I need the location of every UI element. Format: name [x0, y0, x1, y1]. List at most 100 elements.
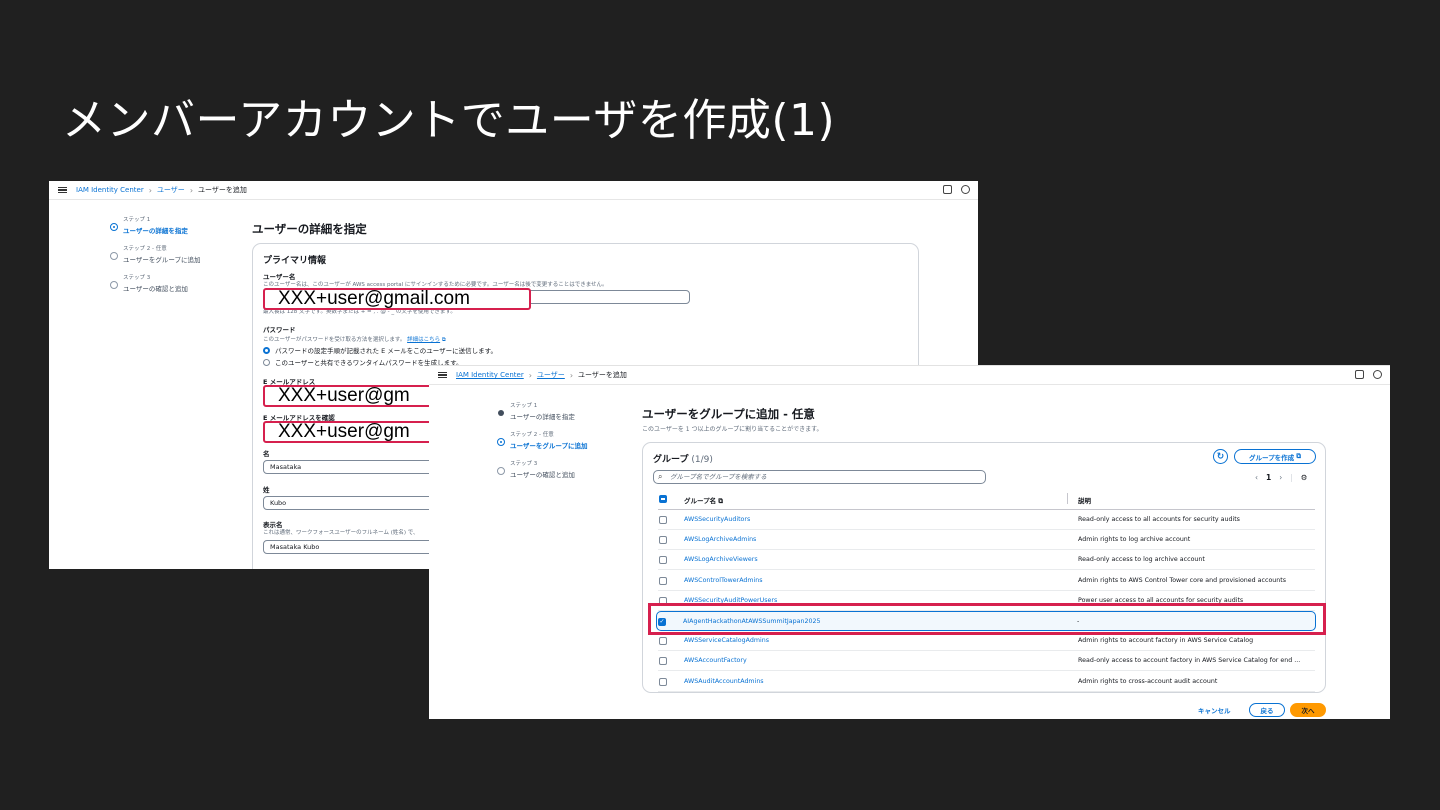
external-link-icon: ⧉ [1296, 452, 1302, 460]
password-desc-text: このユーザーがパスワードを受け取る方法を選択します。 [263, 337, 406, 343]
panel-toggle-icon[interactable] [943, 185, 952, 194]
step-number: ステップ 2 - 任意 [510, 432, 554, 438]
cancel-button[interactable]: キャンセル [1198, 705, 1231, 715]
radio-selected-icon [263, 346, 270, 354]
create-group-button[interactable]: グループを作成 ⧉ [1234, 449, 1316, 464]
screenshot-add-to-groups: IAM Identity Center › ユーザー › ユーザーを追加 ステッ… [429, 365, 1390, 719]
step-complete-icon [498, 410, 504, 416]
group-name-link[interactable]: AWSControlTowerAdmins [684, 577, 763, 584]
group-description: Admin rights to cross-account audit acco… [1078, 677, 1218, 685]
learn-more-link[interactable]: 詳細はこちら [407, 337, 440, 343]
step-pending-icon [497, 467, 505, 475]
breadcrumb-iam[interactable]: IAM Identity Center [456, 371, 524, 379]
settings-icon[interactable] [961, 185, 970, 194]
column-divider [1067, 493, 1068, 504]
radio-label: パスワードの設定手順が記載された E メールをこのユーザーに送信します。 [275, 347, 497, 355]
step-active-icon [497, 438, 505, 446]
step-active-icon [110, 223, 118, 231]
table-row[interactable]: AWSControlTowerAdmins Admin rights to AWS… [658, 571, 1315, 591]
group-description: Admin rights to AWS Control Tower core a… [1078, 576, 1287, 584]
back-button[interactable]: 戻る [1249, 703, 1285, 717]
page-subheading: このユーザーを 1 つ以上のグループに割り当てることができます。 [642, 426, 823, 433]
page-heading: ユーザーの詳細を指定 [252, 222, 367, 236]
table-row[interactable]: AWSAuditAccountAdmins Admin rights to cro… [658, 672, 1315, 692]
page-number[interactable]: 1 [1266, 473, 1271, 482]
create-group-label: グループを作成 [1248, 453, 1295, 462]
slide-title: メンバーアカウントでユーザを作成(1) [62, 95, 836, 146]
groups-count: (1/9) [691, 455, 713, 465]
settings-icon[interactable] [1373, 370, 1382, 379]
group-name-link[interactable]: AWSSecurityAuditors [684, 516, 750, 523]
next-page-icon[interactable]: › [1279, 473, 1282, 482]
group-description: Admin rights to account factory in AWS S… [1078, 637, 1254, 645]
selected-row-callout [648, 603, 1326, 635]
row-checkbox[interactable] [659, 657, 667, 666]
step-number: ステップ 3 [123, 275, 151, 281]
menu-icon[interactable] [438, 371, 447, 379]
group-description: Read-only access to account factory in A… [1078, 657, 1301, 665]
breadcrumb-separator-icon: › [528, 370, 532, 380]
breadcrumb-iam[interactable]: IAM Identity Center [76, 186, 144, 194]
step-pending-icon [110, 281, 118, 289]
row-checkbox[interactable] [659, 516, 667, 524]
breadcrumb-users[interactable]: ユーザー [157, 185, 185, 195]
groups-panel: グループ (1/9) ↻ グループを作成 ⧉ グループ名でグループを検索する ⌕… [642, 442, 1326, 693]
step-2[interactable]: ステップ 2 - 任意ユーザーをグループに追加 [497, 430, 587, 450]
step-label: ユーザーをグループに追加 [510, 442, 588, 450]
wizard-steps: ステップ 1 ユーザーの詳細を指定 ステップ 2 - 任意ユーザーをグループに追加… [110, 215, 200, 302]
radio-send-email[interactable]: パスワードの設定手順が記載された E メールをこのユーザーに送信します。 [263, 345, 497, 355]
menu-icon[interactable] [58, 186, 67, 194]
top-bar: IAM Identity Center › ユーザー › ユーザーを追加 [429, 366, 1390, 385]
select-all-checkbox[interactable] [659, 495, 667, 503]
search-icon: ⌕ [658, 472, 663, 481]
breadcrumb-current: ユーザーを追加 [198, 186, 247, 194]
password-label: パスワード [263, 326, 296, 334]
step-1[interactable]: ステップ 1 ユーザーの詳細を指定 [110, 215, 200, 235]
step-2[interactable]: ステップ 2 - 任意ユーザーをグループに追加 [110, 244, 200, 264]
group-name-link[interactable]: AWSServiceCatalogAdmins [684, 637, 769, 644]
row-checkbox[interactable] [659, 637, 667, 646]
col-header-desc: 説明 [1078, 497, 1091, 505]
table-row[interactable]: AWSLogArchiveAdmins Admin rights to log a… [658, 530, 1315, 551]
table-row[interactable]: AWSSecurityAuditors Read-only access to a… [658, 510, 1315, 530]
password-desc: このユーザーがパスワードを受け取る方法を選択します。 詳細はこちら ⧉ [263, 335, 446, 344]
group-name-link[interactable]: AWSLogArchiveViewers [684, 556, 758, 563]
panel-toggle-icon[interactable] [1355, 370, 1364, 379]
breadcrumb-users[interactable]: ユーザー [537, 370, 565, 380]
group-description: Read-only access to all accounts for sec… [1078, 516, 1240, 523]
step-3[interactable]: ステップ 3 ユーザーの確認と追加 [110, 273, 200, 293]
first-name-label: 名 [263, 450, 270, 458]
step-label: ユーザーの詳細を指定 [510, 413, 575, 421]
pagination: ‹ 1 › | ⚙ [1255, 473, 1307, 482]
breadcrumb-current: ユーザーを追加 [578, 371, 627, 379]
groups-header: グループ (1/9) [653, 452, 713, 465]
page-heading: ユーザーをグループに追加 - 任意 [642, 407, 815, 421]
row-checkbox[interactable] [659, 536, 667, 545]
group-name-link[interactable]: AWSAuditAccountAdmins [684, 678, 764, 685]
table-row[interactable]: AWSLogArchiveViewers Read-only access to … [658, 550, 1315, 571]
refresh-icon[interactable]: ↻ [1213, 449, 1228, 464]
step-1[interactable]: ステップ 1 ユーザーの詳細を指定 [497, 401, 587, 421]
breadcrumb-separator-icon: › [148, 185, 152, 195]
row-checkbox[interactable] [659, 556, 667, 565]
preferences-gear-icon[interactable]: ⚙ [1301, 473, 1308, 482]
step-label: ユーザーをグループに追加 [123, 256, 201, 264]
step-number: ステップ 1 [510, 403, 538, 409]
row-checkbox[interactable] [659, 677, 667, 686]
step-number: ステップ 2 - 任意 [123, 246, 167, 252]
group-description: Read-only access to log archive account [1078, 556, 1205, 564]
table-row[interactable]: AWSAccountFactory Read-only access to acc… [658, 651, 1315, 672]
group-name-link[interactable]: AWSLogArchiveAdmins [684, 536, 756, 543]
next-button[interactable]: 次へ [1290, 703, 1326, 717]
group-name-link[interactable]: AWSAccountFactory [684, 657, 747, 664]
prev-page-icon[interactable]: ‹ [1255, 473, 1258, 482]
row-checkbox[interactable] [659, 576, 667, 585]
breadcrumb-separator-icon: › [189, 185, 194, 195]
step-3[interactable]: ステップ 3 ユーザーの確認と追加 [497, 459, 587, 479]
col-header-name: グループ名 ⧉ [684, 495, 723, 506]
panel-title: プライマリ情報 [263, 256, 327, 266]
step-pending-icon [110, 252, 118, 260]
group-search-input[interactable]: グループ名でグループを検索する [653, 470, 986, 484]
pagination-divider: | [1290, 473, 1293, 482]
external-link-icon: ⧉ [441, 337, 446, 343]
